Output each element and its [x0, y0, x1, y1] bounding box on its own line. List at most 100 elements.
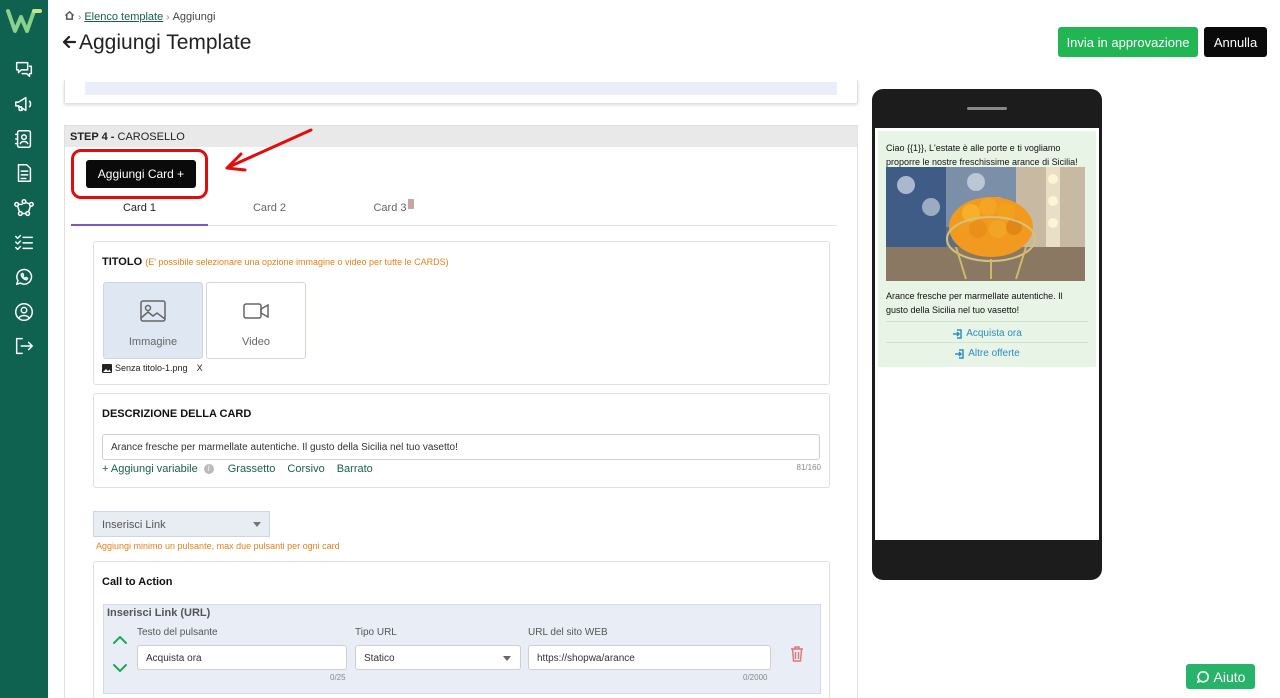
move-up-icon[interactable]	[112, 633, 128, 647]
chevron-down-icon	[253, 522, 261, 527]
add-card-highlight: Aggiungi Card +	[71, 149, 208, 199]
video-option-label: Video	[242, 336, 270, 348]
home-icon[interactable]	[64, 10, 75, 24]
external-link-icon	[953, 328, 962, 339]
breadcrumb-separator: ›	[166, 11, 170, 23]
card-tabs: Card 1 Card 2 Card 3	[71, 196, 837, 226]
title-hint: (E' possibile selezionare una opzione im…	[145, 257, 449, 267]
whatsapp-icon	[1196, 670, 1209, 683]
message-bubble: Ciao {{1}}, L'estate è alle porte e ti v…	[878, 131, 1096, 367]
user-icon[interactable]	[12, 300, 36, 324]
add-variable-button[interactable]: + Aggiungi variabile	[102, 463, 198, 475]
breadcrumb-separator: ›	[78, 11, 82, 23]
title-heading-text: TITOLO	[102, 256, 143, 268]
button-text-counter: 0/25	[330, 673, 346, 682]
cta-heading: Call to Action	[102, 576, 173, 588]
sidebar	[0, 0, 48, 698]
cancel-button[interactable]: Annulla	[1204, 27, 1267, 57]
preview-message: Ciao {{1}}, L'estate è alle porte e ti v…	[886, 143, 1078, 167]
video-camera-icon	[243, 303, 269, 319]
add-card-button[interactable]: Aggiungi Card +	[86, 160, 196, 188]
logo[interactable]	[6, 8, 44, 34]
tab-card-2[interactable]: Card 2	[208, 196, 331, 226]
tab-label: Card 1	[122, 202, 157, 214]
page-title: Aggiungi Template	[62, 31, 251, 55]
file-name: Senza titolo-1.png	[115, 363, 188, 373]
tab-label: Card 3	[373, 202, 407, 214]
step-name: CAROSELLO	[117, 131, 185, 143]
strikethrough-button[interactable]: Barrato	[337, 463, 373, 475]
preview-cta-offers-label: Altre offerte	[968, 348, 1020, 359]
previous-step-panel	[64, 80, 858, 103]
tab-label: Card 2	[252, 202, 287, 214]
move-down-icon[interactable]	[112, 661, 128, 675]
bold-button[interactable]: Grassetto	[228, 463, 276, 475]
back-arrow-icon[interactable]	[62, 31, 77, 55]
cta-divider	[886, 321, 1088, 322]
breadcrumb-current: Aggiungi	[172, 11, 216, 23]
breadcrumb-link-templates[interactable]: Elenco template	[84, 11, 163, 23]
help-label: Aiuto	[1213, 668, 1246, 685]
external-link-icon	[955, 348, 964, 359]
url-counter: 0/2000	[743, 673, 768, 682]
help-button[interactable]: Aiuto	[1186, 664, 1255, 689]
tab-card-3[interactable]: Card 3	[331, 196, 456, 226]
button-text-input[interactable]: Acquista ora	[137, 645, 347, 670]
cta-divider	[886, 342, 1088, 343]
whatsapp-icon[interactable]	[12, 265, 36, 289]
checklist-icon[interactable]	[12, 230, 36, 254]
page-title-text: Aggiungi Template	[79, 31, 252, 54]
trash-icon[interactable]	[790, 645, 804, 667]
description-input[interactable]: Arance fresche per marmellate autentiche…	[102, 434, 820, 460]
preview-cta-buy[interactable]: Acquista ora	[878, 328, 1096, 339]
uploaded-file: Senza titolo-1.png X	[102, 363, 203, 373]
link-hint: Aggiungi minimo un pulsante, max due pul…	[96, 541, 340, 551]
preview-card-image	[886, 167, 1085, 281]
chevron-down-icon	[503, 656, 511, 661]
remove-file-button[interactable]: X	[197, 363, 203, 373]
image-icon	[140, 300, 166, 322]
chat-icon[interactable]	[12, 57, 36, 81]
description-counter: 81/160	[796, 463, 821, 472]
url-label: URL del sito WEB	[528, 627, 608, 638]
tab-card-1[interactable]: Card 1	[71, 196, 208, 226]
image-option[interactable]: Immagine	[103, 282, 203, 359]
info-icon[interactable]: i	[203, 464, 214, 474]
video-option[interactable]: Video	[206, 282, 306, 359]
title-section: TITOLO (E' possibile selezionare una opz…	[93, 241, 830, 385]
preview-cta-buy-label: Acquista ora	[966, 328, 1022, 339]
tab-marker	[407, 199, 414, 209]
url-input[interactable]: https://shopwa/arance	[528, 645, 771, 670]
call-to-action-section: Call to Action Inserisci Link (URL) Test…	[93, 561, 830, 698]
description-toolbar: + Aggiungi variabile i Grassetto Corsivo…	[102, 463, 385, 475]
link-type-select[interactable]: Inserisci Link	[93, 511, 270, 537]
title-heading: TITOLO (E' possibile selezionare una opz…	[102, 256, 449, 268]
preview-cta-offers[interactable]: Altre offerte	[878, 348, 1096, 359]
step-carousel-panel: STEP 4 - CAROSELLO Aggiungi Card + Card …	[64, 125, 858, 698]
italic-button[interactable]: Corsivo	[287, 463, 324, 475]
url-type-label: Tipo URL	[355, 627, 397, 638]
step-number: STEP 4 -	[70, 131, 115, 143]
button-text-label: Testo del pulsante	[137, 627, 218, 638]
phone-preview: Ciao {{1}}, L'estate è alle porte e ti v…	[872, 89, 1102, 580]
breadcrumb: › Elenco template › Aggiungi	[64, 10, 215, 24]
annotation-arrow	[225, 128, 313, 172]
url-type-select[interactable]: Statico	[355, 645, 521, 670]
previous-step-field	[85, 82, 837, 95]
link-type-value: Inserisci Link	[102, 519, 166, 531]
megaphone-icon[interactable]	[12, 92, 36, 116]
logout-icon[interactable]	[12, 334, 36, 358]
file-image-icon	[102, 363, 112, 373]
description-section: DESCRIZIONE DELLA CARD Arance fresche pe…	[93, 393, 830, 488]
contacts-icon[interactable]	[12, 127, 36, 151]
flow-icon[interactable]	[12, 196, 36, 220]
preview-card-description: Arance fresche per marmellate autentiche…	[886, 291, 1063, 315]
phone-screen: Ciao {{1}}, L'estate è alle porte e ti v…	[875, 128, 1099, 540]
phone-speaker	[967, 107, 1007, 110]
url-type-value: Statico	[364, 653, 395, 664]
document-icon[interactable]	[12, 161, 36, 185]
description-heading: DESCRIZIONE DELLA CARD	[102, 408, 252, 420]
cta-subheading: Inserisci Link (URL)	[107, 607, 211, 619]
send-approval-button[interactable]: Invia in approvazione	[1058, 27, 1198, 57]
image-option-label: Immagine	[128, 336, 178, 348]
